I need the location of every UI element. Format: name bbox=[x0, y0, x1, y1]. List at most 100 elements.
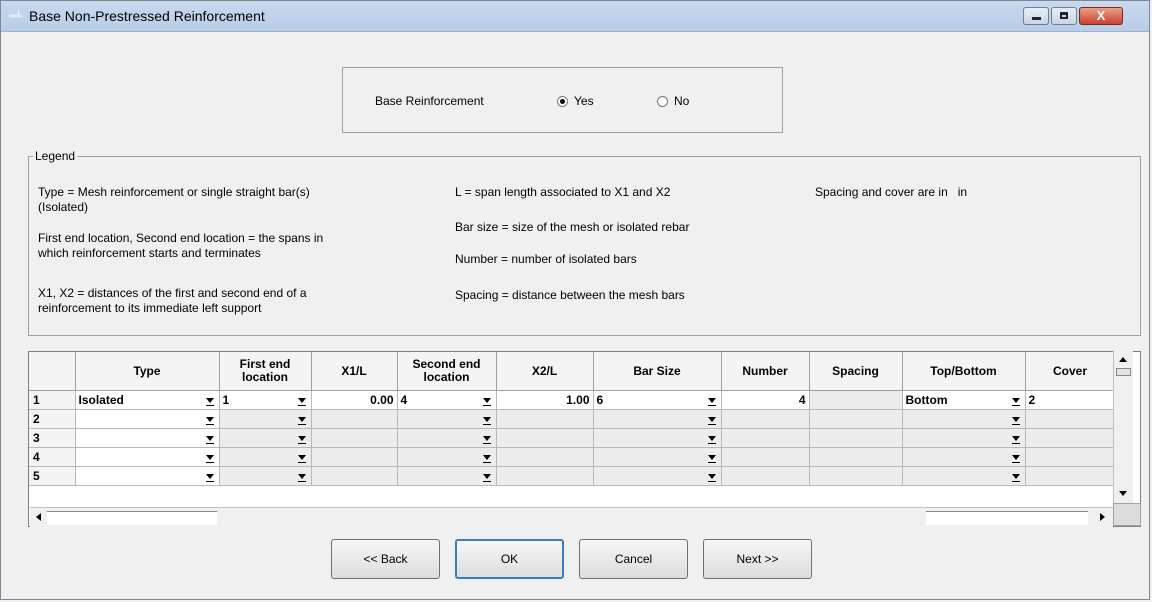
scroll-down-button[interactable] bbox=[1116, 486, 1131, 501]
spacing-cell[interactable] bbox=[809, 409, 903, 429]
bar-size-cell[interactable] bbox=[593, 466, 722, 486]
x1l-cell[interactable]: 0.00 bbox=[311, 390, 398, 410]
horizontal-scroll-thumb[interactable] bbox=[47, 511, 217, 525]
cover-cell[interactable] bbox=[1025, 447, 1116, 467]
back-button[interactable]: << Back bbox=[331, 539, 440, 579]
top-bottom-cell[interactable] bbox=[902, 409, 1026, 429]
dropdown-arrow-icon[interactable] bbox=[203, 431, 217, 446]
dropdown-arrow-icon[interactable] bbox=[1009, 431, 1023, 446]
cancel-button[interactable]: Cancel bbox=[579, 539, 688, 579]
base-reinforcement-label: Base Reinforcement bbox=[375, 94, 484, 108]
dropdown-arrow-icon[interactable] bbox=[203, 469, 217, 484]
dropdown-arrow-icon[interactable] bbox=[1009, 469, 1023, 484]
number-cell[interactable] bbox=[721, 466, 810, 486]
dropdown-arrow-icon[interactable] bbox=[1009, 450, 1023, 465]
close-button[interactable]: X bbox=[1079, 7, 1123, 25]
dropdown-arrow-icon[interactable] bbox=[295, 393, 309, 408]
number-cell[interactable] bbox=[721, 428, 810, 448]
second-end-cell[interactable]: 4 bbox=[397, 390, 497, 410]
dropdown-arrow-icon[interactable] bbox=[203, 393, 217, 408]
first-end-cell[interactable]: 1 bbox=[219, 390, 312, 410]
dropdown-arrow-icon[interactable] bbox=[203, 412, 217, 427]
number-cell[interactable] bbox=[721, 447, 810, 467]
dropdown-arrow-icon[interactable] bbox=[480, 469, 494, 484]
spacing-cell[interactable] bbox=[809, 466, 903, 486]
dropdown-arrow-icon[interactable] bbox=[295, 469, 309, 484]
dropdown-arrow-icon[interactable] bbox=[203, 450, 217, 465]
radio-no[interactable] bbox=[657, 96, 668, 107]
ok-button[interactable]: OK bbox=[455, 539, 564, 579]
scroll-up-button[interactable] bbox=[1116, 353, 1131, 368]
x1l-cell[interactable] bbox=[311, 447, 398, 467]
x1l-cell[interactable] bbox=[311, 409, 398, 429]
x2l-cell[interactable] bbox=[496, 466, 594, 486]
second-end-cell[interactable] bbox=[397, 466, 497, 486]
x2l-cell[interactable] bbox=[496, 447, 594, 467]
bar-size-cell[interactable] bbox=[593, 409, 722, 429]
dropdown-arrow-icon[interactable] bbox=[705, 412, 719, 427]
top-bottom-cell[interactable] bbox=[902, 466, 1026, 486]
x2l-cell[interactable] bbox=[496, 409, 594, 429]
number-cell[interactable] bbox=[721, 409, 810, 429]
minimize-button[interactable] bbox=[1023, 7, 1049, 25]
scroll-left-button[interactable] bbox=[32, 510, 47, 525]
spacing-cell[interactable] bbox=[809, 447, 903, 467]
second-end-cell[interactable] bbox=[397, 428, 497, 448]
first-end-cell[interactable] bbox=[219, 466, 312, 486]
radio-yes[interactable] bbox=[557, 96, 568, 107]
scroll-right-button[interactable] bbox=[1094, 510, 1109, 525]
x2l-cell[interactable] bbox=[496, 428, 594, 448]
dropdown-arrow-icon[interactable] bbox=[480, 431, 494, 446]
dropdown-arrow-icon[interactable] bbox=[295, 431, 309, 446]
type-cell[interactable] bbox=[75, 409, 220, 429]
second-end-cell[interactable] bbox=[397, 447, 497, 467]
first-end-cell[interactable] bbox=[219, 428, 312, 448]
type-cell[interactable] bbox=[75, 466, 220, 486]
dropdown-arrow-icon[interactable] bbox=[295, 450, 309, 465]
x1l-cell[interactable] bbox=[311, 466, 398, 486]
second-end-cell[interactable] bbox=[397, 409, 497, 429]
spacing-cell[interactable] bbox=[809, 390, 903, 410]
first-end-cell[interactable] bbox=[219, 409, 312, 429]
dropdown-arrow-icon[interactable] bbox=[705, 450, 719, 465]
type-cell[interactable] bbox=[75, 428, 220, 448]
top-bottom-cell[interactable] bbox=[902, 447, 1026, 467]
cover-cell[interactable]: 2 bbox=[1025, 390, 1116, 410]
number-cell[interactable]: 4 bbox=[721, 390, 810, 410]
vertical-scrollbar[interactable] bbox=[1113, 351, 1133, 503]
dropdown-arrow-icon[interactable] bbox=[705, 469, 719, 484]
type-cell[interactable] bbox=[75, 447, 220, 467]
bar-size-cell[interactable] bbox=[593, 447, 722, 467]
table-header-row: Type First end location X1/L Second end … bbox=[29, 352, 1116, 391]
dropdown-arrow-icon[interactable] bbox=[295, 412, 309, 427]
first-end-cell[interactable] bbox=[219, 447, 312, 467]
dropdown-arrow-icon[interactable] bbox=[480, 450, 494, 465]
dropdown-arrow-icon[interactable] bbox=[705, 393, 719, 408]
x2l-cell[interactable]: 1.00 bbox=[496, 390, 594, 410]
top-bottom-cell[interactable]: Bottom bbox=[902, 390, 1026, 410]
next-button[interactable]: Next >> bbox=[703, 539, 812, 579]
horizontal-scrollbar[interactable] bbox=[30, 507, 1113, 527]
dropdown-arrow-icon[interactable] bbox=[1009, 393, 1023, 408]
x1l-cell[interactable] bbox=[311, 428, 398, 448]
legend-span-text: L = span length associated to X1 and X2 bbox=[455, 185, 671, 199]
column-header: First end location bbox=[219, 352, 312, 391]
dropdown-arrow-icon[interactable] bbox=[480, 393, 494, 408]
bar-size-cell[interactable] bbox=[593, 428, 722, 448]
spacing-cell[interactable] bbox=[809, 428, 903, 448]
type-cell[interactable]: Isolated bbox=[75, 390, 220, 410]
radio-no-label[interactable]: No bbox=[674, 94, 689, 108]
top-bottom-cell[interactable] bbox=[902, 428, 1026, 448]
cover-cell[interactable] bbox=[1025, 466, 1116, 486]
maximize-button[interactable] bbox=[1051, 7, 1077, 25]
vertical-scroll-thumb[interactable] bbox=[1116, 368, 1131, 376]
cover-cell[interactable] bbox=[1025, 428, 1116, 448]
column-header: Type bbox=[75, 352, 220, 391]
radio-yes-label[interactable]: Yes bbox=[574, 94, 594, 108]
dropdown-arrow-icon[interactable] bbox=[480, 412, 494, 427]
cover-cell[interactable] bbox=[1025, 409, 1116, 429]
horizontal-scroll-thumb[interactable] bbox=[926, 511, 1088, 525]
dropdown-arrow-icon[interactable] bbox=[1009, 412, 1023, 427]
dropdown-arrow-icon[interactable] bbox=[705, 431, 719, 446]
bar-size-cell[interactable]: 6 bbox=[593, 390, 722, 410]
